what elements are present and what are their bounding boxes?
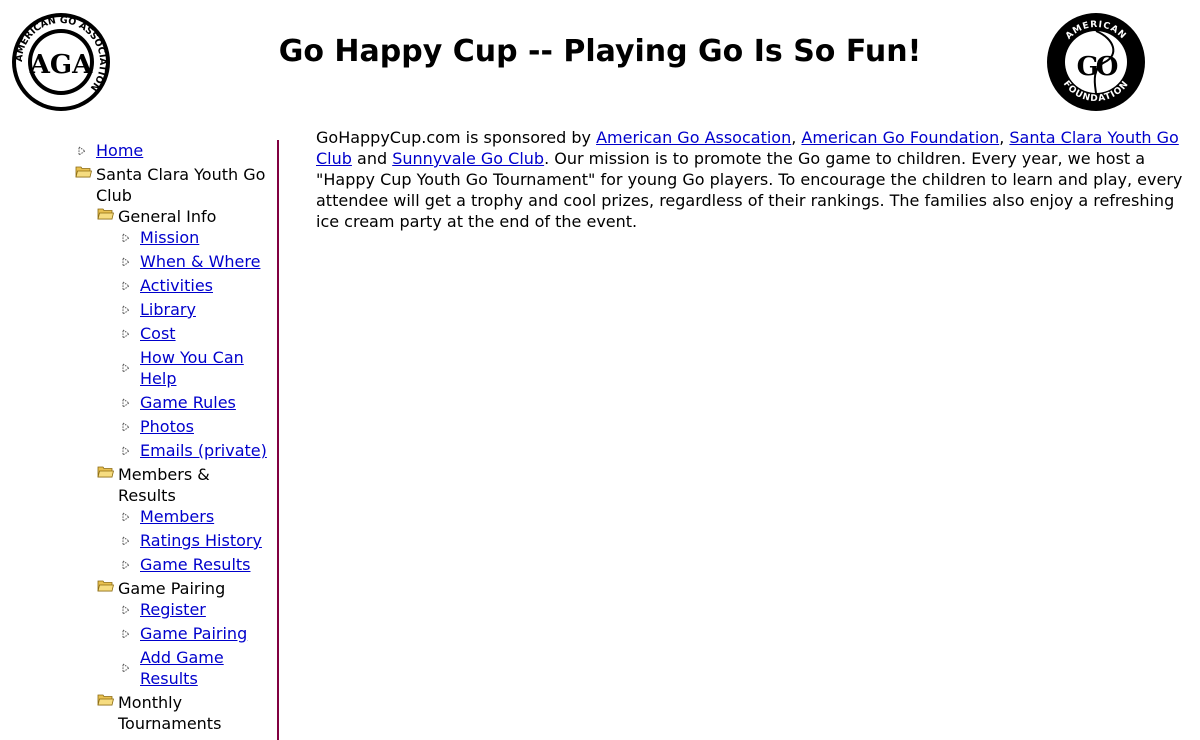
bullet-icon (122, 422, 130, 432)
nav-item-cost[interactable]: Cost (0, 323, 270, 344)
bullet-icon (122, 281, 130, 291)
nav-link[interactable]: Emails (private) (140, 441, 267, 460)
nav-link[interactable]: Members (140, 507, 214, 526)
separator-text: , (999, 128, 1010, 147)
nav-item-add-game-results[interactable]: Add Game Results (0, 647, 270, 689)
nav-link[interactable]: Activities (140, 276, 213, 295)
bullet-icon (122, 663, 130, 673)
header: AMERICAN GO ASSOCIATION AGA Go Happy Cup… (0, 0, 1200, 118)
open-folder-icon (97, 694, 114, 706)
intro-text: GoHappyCup.com is sponsored by (316, 128, 597, 147)
nav-link[interactable]: Photos (140, 417, 194, 436)
sidebar-nav: Home Santa Clara Youth Go Club General I… (0, 140, 279, 740)
nav-link[interactable]: Library (140, 300, 196, 319)
bullet-icon (122, 512, 130, 522)
nav-link[interactable]: How You Can Help (140, 347, 250, 389)
nav-folder-monthly-tournaments[interactable]: Monthly Tournaments (0, 692, 268, 734)
nav-link[interactable]: Game Pairing (140, 624, 247, 643)
bullet-icon (122, 629, 130, 639)
bullet-icon (122, 536, 130, 546)
nav-folder-general-info[interactable]: General Info (0, 206, 268, 227)
mission-paragraph: GoHappyCup.com is sponsored by American … (316, 127, 1186, 232)
nav-item-members[interactable]: Members (0, 506, 270, 527)
nav-folder-label: Game Pairing (118, 579, 226, 598)
bullet-icon (122, 329, 130, 339)
nav-item-how-you-can-help[interactable]: How You Can Help (0, 347, 270, 389)
nav-item-game-pairing[interactable]: Game Pairing (0, 623, 270, 644)
nav-link[interactable]: Register (140, 600, 206, 619)
separator-text: and (351, 149, 393, 168)
nav-item-ratings-history[interactable]: Ratings History (0, 530, 270, 551)
nav-folder-members-results[interactable]: Members & Results (0, 464, 268, 506)
nav-folder-game-pairing[interactable]: Game Pairing (0, 578, 268, 599)
bullet-icon (122, 363, 130, 373)
nav-item-mission[interactable]: Mission (0, 227, 270, 248)
nav-folder-label: Monthly Tournaments (118, 693, 222, 733)
nav-folder-label: Members & Results (118, 465, 210, 505)
nav-link[interactable]: Game Results (140, 555, 251, 574)
nav-item-game-rules[interactable]: Game Rules (0, 392, 270, 413)
nav-item-when-where[interactable]: When & Where (0, 251, 270, 272)
link-sunnyvale-go-club[interactable]: Sunnyvale Go Club (392, 149, 544, 168)
nav-item-emails[interactable]: Emails (private) (0, 440, 270, 461)
nav-item-library[interactable]: Library (0, 299, 270, 320)
nav-link[interactable]: When & Where (140, 252, 260, 271)
page-title: Go Happy Cup -- Playing Go Is So Fun! (278, 34, 922, 69)
bullet-icon (122, 305, 130, 315)
nav-tree: Home Santa Clara Youth Go Club General I… (0, 140, 277, 734)
bullet-icon (122, 446, 130, 456)
agf-logo[interactable]: AMERICAN FOUNDATION GO (1045, 11, 1147, 113)
link-american-go-foundation[interactable]: American Go Foundation (801, 128, 999, 147)
nav-folder-label: Santa Clara Youth Go Club (96, 165, 266, 205)
open-folder-icon (97, 208, 114, 220)
page: AMERICAN GO ASSOCIATION AGA Go Happy Cup… (0, 0, 1200, 740)
bullet-icon (122, 398, 130, 408)
link-american-go-association[interactable]: American Go Assocation (596, 128, 791, 147)
nav-link[interactable]: Mission (140, 228, 199, 247)
nav-link[interactable]: Ratings History (140, 531, 262, 550)
bullet-icon (122, 560, 130, 570)
nav-folder-label: General Info (118, 207, 217, 226)
bullet-icon (78, 146, 86, 156)
bullet-icon (122, 233, 130, 243)
nav-link[interactable]: Add Game Results (140, 647, 235, 689)
open-folder-icon (97, 466, 114, 478)
nav-item-photos[interactable]: Photos (0, 416, 270, 437)
separator-text: , (791, 128, 802, 147)
nav-item-activities[interactable]: Activities (0, 275, 270, 296)
bullet-icon (122, 257, 130, 267)
nav-link[interactable]: Cost (140, 324, 176, 343)
nav-item-game-results[interactable]: Game Results (0, 554, 270, 575)
open-folder-icon (75, 166, 92, 178)
nav-link[interactable]: Game Rules (140, 393, 236, 412)
bullet-icon (122, 605, 130, 615)
nav-link-home[interactable]: Home (96, 141, 143, 160)
open-folder-icon (97, 580, 114, 592)
agf-logo-monogram: GO (1077, 52, 1118, 82)
nav-folder-club[interactable]: Santa Clara Youth Go Club (0, 164, 266, 206)
nav-item-home[interactable]: Home (0, 140, 266, 161)
nav-item-register[interactable]: Register (0, 599, 270, 620)
